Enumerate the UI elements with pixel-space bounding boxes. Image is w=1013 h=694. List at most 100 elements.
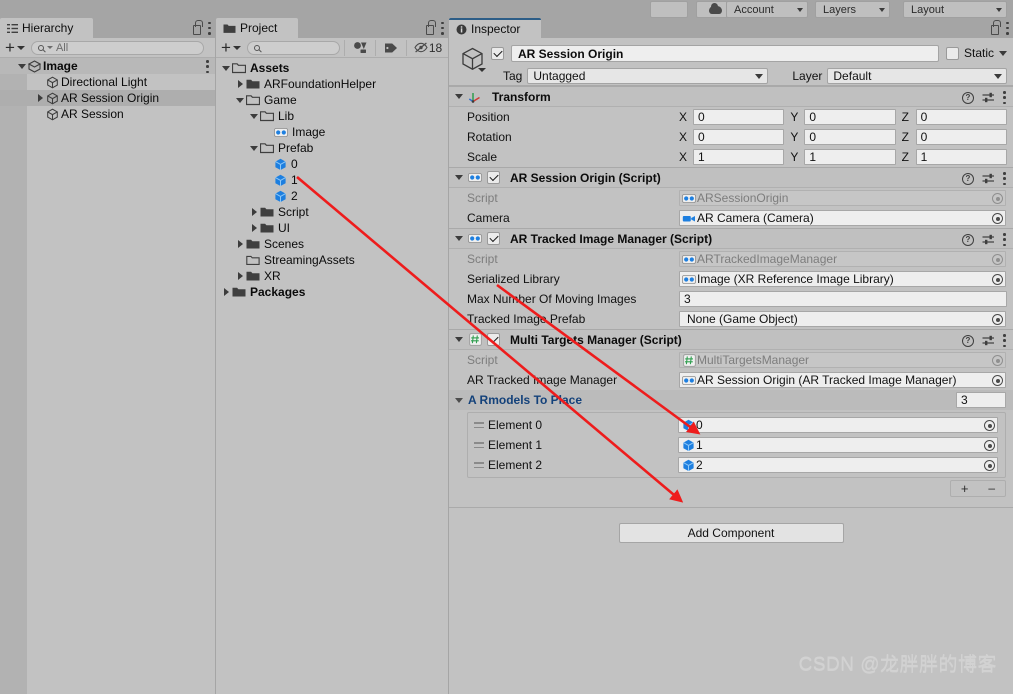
rotation-y-input[interactable]: 0 bbox=[804, 129, 896, 145]
preset-icon[interactable] bbox=[982, 335, 995, 347]
scale-z-input[interactable]: 1 bbox=[915, 149, 1007, 165]
chevron-down-icon[interactable] bbox=[455, 397, 463, 403]
ar-tracked-image-manager-object-field[interactable]: AR Session Origin (AR Tracked Image Mana… bbox=[679, 372, 1006, 388]
project-item-arfoundationhelper[interactable]: ARFoundationHelper bbox=[216, 76, 448, 92]
rotation-x-input[interactable]: 0 bbox=[693, 129, 785, 145]
expand-toggle[interactable] bbox=[16, 63, 28, 69]
expand-toggle[interactable] bbox=[220, 288, 232, 296]
hierarchy-item-ar-session[interactable]: AR Session bbox=[0, 106, 215, 122]
toolbar-blank-button[interactable] bbox=[650, 1, 688, 18]
expand-toggle[interactable] bbox=[34, 94, 46, 102]
static-checkbox[interactable] bbox=[945, 46, 959, 60]
scale-x-input[interactable]: 1 bbox=[693, 149, 785, 165]
gameobject-enabled-checkbox[interactable] bbox=[491, 47, 504, 60]
hierarchy-item-image[interactable]: Image bbox=[0, 58, 215, 74]
expand-toggle[interactable] bbox=[248, 224, 260, 232]
project-search-input[interactable] bbox=[246, 40, 340, 55]
chevron-down-icon[interactable] bbox=[478, 68, 486, 72]
project-item-image[interactable]: Image bbox=[216, 124, 448, 140]
search-by-type-icon[interactable] bbox=[349, 39, 371, 57]
hierarchy-item-directional-light[interactable]: Directional Light bbox=[0, 74, 215, 90]
script-object-field[interactable]: ARSessionOrigin bbox=[679, 190, 1006, 206]
component-menu-icon[interactable] bbox=[1003, 172, 1006, 185]
array-add-button[interactable]: + bbox=[961, 481, 969, 496]
object-picker-icon[interactable] bbox=[992, 254, 1003, 265]
array-element-row[interactable]: Element 2 2 bbox=[468, 455, 1005, 475]
array-element-0-object-field[interactable]: 0 bbox=[678, 417, 998, 433]
position-y-input[interactable]: 0 bbox=[804, 109, 896, 125]
project-item-assets[interactable]: Assets bbox=[216, 60, 448, 76]
project-item-ui[interactable]: UI bbox=[216, 220, 448, 236]
scene-menu-icon[interactable] bbox=[206, 60, 209, 73]
add-component-button[interactable]: Add Component bbox=[618, 523, 844, 543]
expand-toggle[interactable] bbox=[248, 145, 260, 151]
chevron-down-icon[interactable] bbox=[455, 236, 463, 241]
project-item-packages[interactable]: Packages bbox=[216, 284, 448, 300]
expand-toggle[interactable] bbox=[220, 65, 232, 71]
tab-project[interactable]: Project bbox=[216, 18, 298, 38]
chevron-down-icon[interactable] bbox=[455, 94, 463, 99]
project-item-game[interactable]: Game bbox=[216, 92, 448, 108]
component-enabled-checkbox[interactable] bbox=[487, 232, 500, 245]
expand-toggle[interactable] bbox=[234, 272, 246, 280]
expand-toggle[interactable] bbox=[234, 240, 246, 248]
project-item-1[interactable]: 1 bbox=[216, 172, 448, 188]
tab-hierarchy[interactable]: Hierarchy bbox=[0, 18, 93, 38]
hierarchy-search-input[interactable]: All bbox=[30, 40, 204, 55]
position-x-input[interactable]: 0 bbox=[693, 109, 785, 125]
lock-icon[interactable] bbox=[991, 19, 1001, 35]
help-icon[interactable]: ? bbox=[962, 91, 974, 104]
script-object-field[interactable]: MultiTargetsManager bbox=[679, 352, 1006, 368]
project-menu-icon[interactable] bbox=[441, 21, 444, 35]
help-icon[interactable]: ? bbox=[962, 172, 974, 185]
position-z-input[interactable]: 0 bbox=[915, 109, 1007, 125]
project-item-0[interactable]: 0 bbox=[216, 156, 448, 172]
array-size-input[interactable]: 3 bbox=[956, 392, 1006, 408]
array-remove-button[interactable]: – bbox=[988, 481, 995, 495]
expand-toggle[interactable] bbox=[234, 80, 246, 88]
hierarchy-menu-icon[interactable] bbox=[208, 21, 211, 35]
tracked-image-prefab-object-field[interactable]: None (Game Object) bbox=[679, 311, 1006, 327]
rotation-z-input[interactable]: 0 bbox=[915, 129, 1007, 145]
array-element-row[interactable]: Element 0 0 bbox=[468, 415, 1005, 435]
component-header-ar-session-origin-script[interactable]: AR Session Origin (Script)? bbox=[449, 167, 1013, 188]
camera-object-field[interactable]: AR Camera (Camera) bbox=[679, 210, 1006, 226]
tag-dropdown[interactable]: Untagged bbox=[527, 68, 769, 84]
search-by-label-icon[interactable] bbox=[380, 39, 402, 57]
drag-handle-icon[interactable] bbox=[474, 422, 488, 428]
lock-icon[interactable] bbox=[426, 19, 436, 35]
scale-y-input[interactable]: 1 bbox=[804, 149, 896, 165]
array-header-armodels-to-place[interactable]: A Rmodels To Place 3 bbox=[449, 390, 1013, 410]
drag-handle-icon[interactable] bbox=[474, 462, 488, 468]
component-enabled-checkbox[interactable] bbox=[487, 171, 500, 184]
component-header-ar-tracked-image-manager-script[interactable]: AR Tracked Image Manager (Script)? bbox=[449, 228, 1013, 249]
tab-inspector[interactable]: Inspector bbox=[449, 18, 541, 38]
expand-toggle[interactable] bbox=[234, 97, 246, 103]
component-menu-icon[interactable] bbox=[1003, 334, 1006, 347]
lock-icon[interactable] bbox=[193, 19, 203, 35]
serialized-library-object-field[interactable]: Image (XR Reference Image Library) bbox=[679, 271, 1006, 287]
help-icon[interactable]: ? bbox=[962, 334, 974, 347]
object-picker-icon[interactable] bbox=[992, 375, 1003, 386]
project-item-prefab[interactable]: Prefab bbox=[216, 140, 448, 156]
hidden-packages-count[interactable]: 18 bbox=[411, 39, 445, 57]
layout-dropdown[interactable]: Layout bbox=[903, 1, 1007, 18]
preset-icon[interactable] bbox=[982, 234, 995, 246]
project-item-script[interactable]: Script bbox=[216, 204, 448, 220]
array-element-1-object-field[interactable]: 1 bbox=[678, 437, 998, 453]
array-element-2-object-field[interactable]: 2 bbox=[678, 457, 998, 473]
array-element-row[interactable]: Element 1 1 bbox=[468, 435, 1005, 455]
hierarchy-item-ar-session-origin[interactable]: AR Session Origin bbox=[0, 90, 215, 106]
component-header-transform[interactable]: Transform? bbox=[449, 86, 1013, 107]
max-number-of-moving-images-input[interactable]: 3 bbox=[679, 291, 1007, 307]
account-dropdown[interactable]: Account bbox=[726, 1, 808, 18]
project-item-xr[interactable]: XR bbox=[216, 268, 448, 284]
chevron-down-icon[interactable] bbox=[455, 175, 463, 180]
object-picker-icon[interactable] bbox=[992, 193, 1003, 204]
layer-dropdown[interactable]: Default bbox=[827, 68, 1007, 84]
object-picker-icon[interactable] bbox=[992, 355, 1003, 366]
component-menu-icon[interactable] bbox=[1003, 233, 1006, 246]
expand-toggle[interactable] bbox=[248, 113, 260, 119]
object-picker-icon[interactable] bbox=[984, 420, 995, 431]
object-picker-icon[interactable] bbox=[992, 274, 1003, 285]
